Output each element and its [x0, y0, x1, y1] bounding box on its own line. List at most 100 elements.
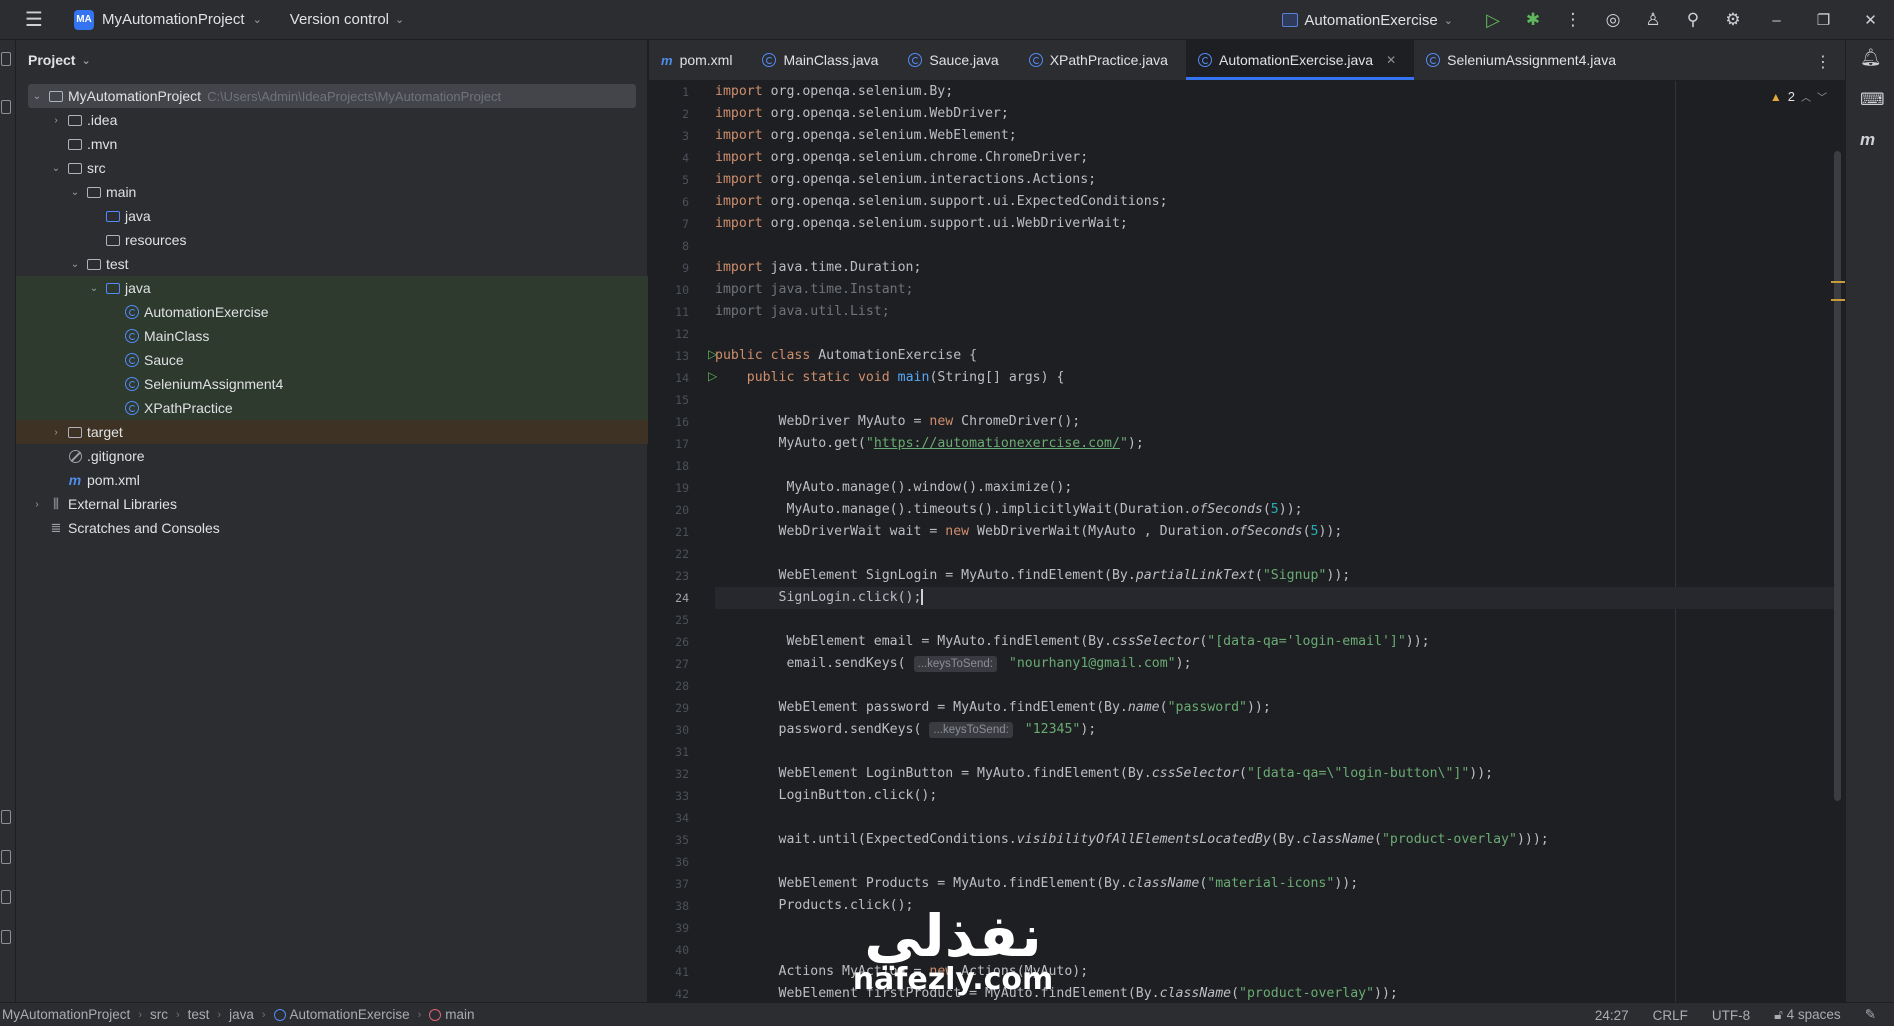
code-line[interactable]: import org.openqa.selenium.By; — [715, 81, 1835, 103]
chevron-right-icon[interactable]: › — [49, 115, 63, 126]
indent-setting[interactable]: 🔓︎ 4 spaces — [1774, 1007, 1841, 1023]
terminal-tool-icon[interactable] — [1, 850, 11, 864]
code-line[interactable] — [715, 917, 1835, 939]
editor-tab[interactable]: SeleniumAssignment4.java — [1414, 40, 1634, 80]
ai-chat-icon[interactable]: ⌨ — [1860, 90, 1885, 110]
settings-gear-icon[interactable]: ⚙ — [1713, 0, 1753, 40]
tree-row[interactable]: MainClass — [16, 324, 648, 348]
code-line[interactable]: import org.openqa.selenium.WebDriver; — [715, 103, 1835, 125]
notifications-bell-icon[interactable]: 🔔︎ — [1860, 48, 1882, 68]
chevron-down-icon[interactable]: ⌄ — [49, 163, 63, 174]
editor-tab[interactable]: XPathPractice.java — [1017, 40, 1186, 80]
code-line[interactable]: import java.time.Duration; — [715, 257, 1835, 279]
code-line[interactable]: public class AutomationExercise { — [715, 345, 1835, 367]
code-editor[interactable]: 1 2 3 4 5 6 7 8 9 10 11 12 13 14 15 16 17 18 19 20 21 22 23 24 2… — [649, 81, 1845, 1002]
editor-tab[interactable]: MainClass.java — [750, 40, 896, 80]
code-line[interactable]: WebElement email = MyAuto.findElement(By… — [715, 631, 1835, 653]
tree-row[interactable]: ⌄ main — [16, 180, 648, 204]
warning-stripe-marker[interactable] — [1831, 299, 1845, 301]
code-line[interactable]: WebDriver MyAuto = new ChromeDriver(); — [715, 411, 1835, 433]
code-line[interactable]: import java.util.List; — [715, 301, 1835, 323]
ai-assistant-icon[interactable]: ◎ — [1593, 0, 1633, 40]
run-icon[interactable]: ▷ — [1473, 0, 1513, 40]
file-encoding[interactable]: UTF-8 — [1712, 1008, 1750, 1023]
chevron-right-icon[interactable]: › — [49, 427, 63, 438]
code-line[interactable]: import org.openqa.selenium.WebElement; — [715, 125, 1835, 147]
code-line[interactable]: password.sendKeys( ...keysToSend: "12345… — [715, 719, 1835, 741]
maven-tool-icon[interactable]: m — [1860, 130, 1875, 150]
breadcrumb-item[interactable]: main — [429, 1007, 475, 1022]
code-line[interactable] — [715, 609, 1835, 631]
chevron-down-icon[interactable]: ⌄ — [68, 259, 82, 270]
editor-tab[interactable]: m pom.xml — [649, 40, 750, 80]
code-line[interactable]: MyAuto.manage().window().maximize(); — [715, 477, 1835, 499]
git-tool-icon[interactable] — [1, 930, 11, 944]
caret-position[interactable]: 24:27 — [1595, 1008, 1629, 1023]
code-line[interactable] — [715, 455, 1835, 477]
tree-row[interactable]: .gitignore — [16, 444, 648, 468]
tree-row[interactable]: java — [16, 204, 648, 228]
tree-row[interactable]: ⌄ MyAutomationProject C:\Users\Admin\IdeaP… — [28, 84, 636, 108]
code-line[interactable]: LoginButton.click(); — [715, 785, 1835, 807]
editor-scrollbar[interactable] — [1834, 151, 1841, 801]
code-with-me-icon[interactable]: ♙ — [1633, 0, 1673, 40]
code-line[interactable]: import java.time.Instant; — [715, 279, 1835, 301]
code-line[interactable] — [715, 851, 1835, 873]
code-line[interactable] — [715, 807, 1835, 829]
chevron-down-icon[interactable]: ⌄ — [68, 187, 82, 198]
next-highlight-icon[interactable]: ﹀ — [1817, 89, 1827, 104]
line-separator[interactable]: CRLF — [1653, 1008, 1688, 1023]
project-panel-header[interactable]: Project ⌄ — [16, 40, 647, 80]
code-line[interactable]: MyAuto.manage().timeouts().implicitlyWai… — [715, 499, 1835, 521]
code-line[interactable]: import org.openqa.selenium.support.ui.Ex… — [715, 191, 1835, 213]
breadcrumb-item[interactable]: AutomationExercise — [273, 1007, 410, 1022]
tree-row[interactable]: m pom.xml — [16, 468, 648, 492]
breadcrumb-item[interactable]: src — [150, 1007, 168, 1022]
chevron-right-icon[interactable]: › — [30, 499, 44, 510]
code-line[interactable]: MyAuto.get("https://automationexercise.c… — [715, 433, 1835, 455]
code-line[interactable] — [715, 543, 1835, 565]
previous-highlight-icon[interactable]: ︿ — [1801, 89, 1811, 104]
code-line[interactable]: Actions MyAction = new Actions(MyAuto); — [715, 961, 1835, 983]
inspection-widget[interactable]: ▲ 2 ︿ ﹀ — [1770, 89, 1827, 104]
tree-row[interactable]: .mvn — [16, 132, 648, 156]
code-line[interactable]: Products.click(); — [715, 895, 1835, 917]
code-line[interactable]: WebElement LoginButton = MyAuto.findElem… — [715, 763, 1835, 785]
code-line[interactable]: import org.openqa.selenium.interactions.… — [715, 169, 1835, 191]
commit-tool-icon[interactable] — [1, 100, 11, 114]
warning-stripe-marker[interactable] — [1831, 281, 1845, 283]
run-configuration-selector[interactable]: AutomationExercise ⌄ — [1282, 12, 1453, 29]
code-line[interactable] — [715, 323, 1835, 345]
close-tab-icon[interactable]: ✕ — [1386, 53, 1396, 67]
debug-icon[interactable]: ✱ — [1513, 0, 1553, 40]
tree-row[interactable]: Sauce — [16, 348, 648, 372]
project-switcher[interactable]: MA MyAutomationProject ⌄ — [68, 6, 268, 34]
tree-row[interactable]: ⌄ src — [16, 156, 648, 180]
code-line[interactable]: import org.openqa.selenium.chrome.Chrome… — [715, 147, 1835, 169]
code-line[interactable] — [715, 675, 1835, 697]
version-control-menu[interactable]: Version control ⌄ — [290, 11, 404, 28]
tree-row[interactable]: XPathPractice — [16, 396, 648, 420]
code-line[interactable]: wait.until(ExpectedConditions.visibility… — [715, 829, 1835, 851]
main-menu-icon[interactable]: ☰ — [0, 0, 68, 40]
tabs-more-icon[interactable]: ⋮ — [1815, 52, 1831, 72]
code-line[interactable] — [715, 939, 1835, 961]
code-line[interactable] — [715, 235, 1835, 257]
tree-row[interactable]: › target — [16, 420, 648, 444]
chevron-down-icon[interactable]: ⌄ — [30, 91, 44, 102]
tree-row[interactable]: AutomationExercise — [16, 300, 648, 324]
code-line[interactable]: WebDriverWait wait = new WebDriverWait(M… — [715, 521, 1835, 543]
problems-tool-icon[interactable] — [1, 890, 11, 904]
tree-row[interactable]: resources — [16, 228, 648, 252]
code-line[interactable]: SignLogin.click(); — [715, 587, 1835, 609]
code-line[interactable]: public static void main(String[] args) { — [715, 367, 1835, 389]
tree-row[interactable]: › .idea — [16, 108, 648, 132]
code-line[interactable] — [715, 741, 1835, 763]
chevron-down-icon[interactable]: ⌄ — [87, 283, 101, 294]
code-line[interactable]: WebElement password = MyAuto.findElement… — [715, 697, 1835, 719]
code-line[interactable]: WebElement firstProduct = MyAuto.findEle… — [715, 983, 1835, 1002]
breadcrumb-item[interactable]: MyAutomationProject — [2, 1007, 130, 1022]
editor-tab[interactable]: Sauce.java — [896, 40, 1016, 80]
code-line[interactable]: WebElement Products = MyAuto.findElement… — [715, 873, 1835, 895]
tree-row[interactable]: ⌄ test — [16, 252, 648, 276]
